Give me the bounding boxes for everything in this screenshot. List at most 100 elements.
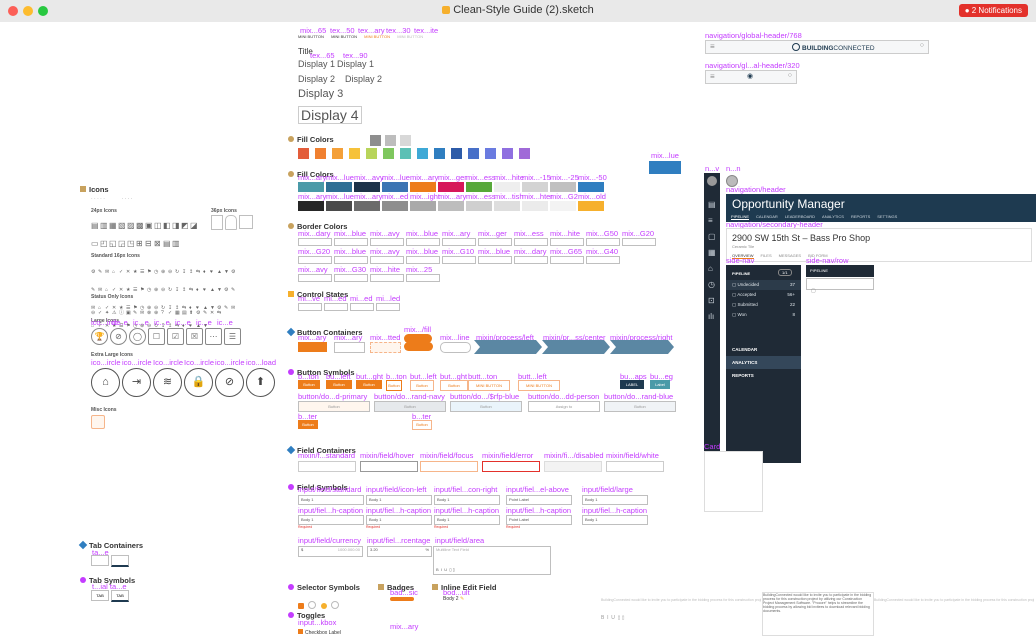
button-row2-item[interactable]: Button xyxy=(298,401,370,412)
fill-swatch[interactable] xyxy=(354,182,380,192)
button-symbol[interactable]: Button xyxy=(356,380,382,389)
badge-label[interactable]: bad...sic xyxy=(390,588,418,597)
control-swatch[interactable] xyxy=(298,303,322,311)
border-label[interactable]: mix...G50 xyxy=(586,229,618,238)
fill-label[interactable]: mix...ess xyxy=(466,173,496,182)
fill-swatch[interactable] xyxy=(434,148,445,159)
fill-swatch[interactable] xyxy=(466,201,492,211)
field-symbol-label[interactable]: input/field/large xyxy=(582,485,633,494)
control-swatch[interactable] xyxy=(376,303,400,311)
bc-label-3[interactable]: mix...tted xyxy=(370,333,400,342)
side-nav-label[interactable]: side-nav xyxy=(726,256,754,265)
fill-swatch[interactable] xyxy=(298,182,324,192)
xl-icon-label[interactable]: ico...ircle xyxy=(215,358,245,367)
radio-checked[interactable] xyxy=(320,603,327,609)
fill-swatch[interactable] xyxy=(550,201,576,211)
field-caption-symbol[interactable]: Body 1 xyxy=(434,515,500,525)
button-row2-label[interactable]: button/do...d-primary xyxy=(298,392,367,401)
control-label[interactable]: mi...ed xyxy=(350,294,373,303)
border-swatch[interactable] xyxy=(478,238,512,246)
currency-field[interactable]: $1000.000.00 xyxy=(298,546,363,557)
large-icon-label[interactable]: ic...e xyxy=(196,318,212,327)
fill-label[interactable]: mix...ess xyxy=(466,192,496,201)
pipeline-badge[interactable]: 1/1 xyxy=(778,269,792,276)
button-symbol[interactable]: Button xyxy=(326,380,352,389)
control-label[interactable]: mi...ve xyxy=(298,294,320,303)
process-arrows[interactable] xyxy=(474,340,674,354)
card-label[interactable]: Card xyxy=(704,442,720,451)
fill-label[interactable]: mix...hite xyxy=(494,173,524,182)
bc-label-5[interactable]: mix...line xyxy=(440,333,470,342)
xl-icon-label[interactable]: ico...ircle xyxy=(122,358,152,367)
field-container-label[interactable]: mixin/field/hover xyxy=(360,451,414,460)
fill-swatch[interactable] xyxy=(326,201,352,211)
tab-container-2[interactable] xyxy=(111,555,129,567)
xl-icon-label[interactable]: ico...ircle xyxy=(91,358,121,367)
fill-label[interactable]: mix...lue xyxy=(326,173,354,182)
border-label[interactable]: mix...G65 xyxy=(550,247,582,256)
border-label[interactable]: mix...avy xyxy=(370,229,400,238)
fill-label[interactable]: mix...-15 xyxy=(522,173,551,182)
small-header-label[interactable]: navigation/gl...al-header/320 xyxy=(705,61,800,70)
field-caption-label[interactable]: input/fiel...h-caption xyxy=(366,506,431,515)
fill-swatch[interactable] xyxy=(298,148,309,159)
clock-icon[interactable]: ◷ xyxy=(708,277,716,293)
border-label[interactable]: mix...G40 xyxy=(586,247,618,256)
border-label[interactable]: mix...G20 xyxy=(298,247,330,256)
side-menu-item[interactable]: CALENDAR xyxy=(726,343,801,356)
mini-button-2[interactable]: MINI BUTTON xyxy=(331,34,357,39)
border-swatch[interactable] xyxy=(550,256,584,264)
fill-swatch[interactable] xyxy=(315,148,326,159)
fill-swatch[interactable] xyxy=(400,148,411,159)
fill-swatch[interactable] xyxy=(519,148,530,159)
header-label[interactable]: navigation/header xyxy=(726,185,786,194)
bc-label-4[interactable]: mix.../fill xyxy=(404,325,431,334)
button-symbol[interactable]: Button xyxy=(410,380,434,391)
field-container-label[interactable]: mixin/field/error xyxy=(482,451,533,460)
notifications-badge[interactable]: ● 2 Notifications xyxy=(958,4,1028,17)
fill-swatch[interactable] xyxy=(383,148,394,159)
border-swatch[interactable] xyxy=(550,238,584,246)
clipboard-icon[interactable]: ▢ xyxy=(708,229,716,245)
large-icon-label[interactable]: ic...e xyxy=(217,318,233,327)
border-swatch[interactable] xyxy=(334,256,368,264)
large-icon-label[interactable]: ic...e xyxy=(175,318,191,327)
fill-label[interactable]: mix...old xyxy=(578,192,606,201)
fill-swatch[interactable] xyxy=(332,148,343,159)
button-symbol[interactable]: Button xyxy=(386,380,402,391)
pipeline-item[interactable]: ▢ Undecided 37 xyxy=(726,280,801,290)
fill-swatch[interactable] xyxy=(550,182,576,192)
button-row2-label[interactable]: button/do...rand-blue xyxy=(604,392,673,401)
fill-swatch-blue[interactable] xyxy=(649,161,681,174)
border-label[interactable]: mix...ess xyxy=(514,229,544,238)
fill-label[interactable]: mix...lue xyxy=(326,192,354,201)
border-swatch[interactable] xyxy=(406,256,440,264)
fill-swatch[interactable] xyxy=(494,182,520,192)
field-caption-label[interactable]: input/fiel...h-caption xyxy=(298,506,363,515)
control-swatch[interactable] xyxy=(324,303,348,311)
fill-swatch[interactable] xyxy=(468,148,479,159)
fill-label[interactable]: mix...ger xyxy=(438,173,467,182)
button-symbol[interactable]: Label xyxy=(650,380,670,389)
field-container[interactable] xyxy=(544,461,602,472)
document-icon[interactable]: ▤ xyxy=(708,197,716,213)
side-label-2[interactable]: n...n xyxy=(726,164,741,173)
border-swatch[interactable] xyxy=(406,238,440,246)
search-icon[interactable]: ○ xyxy=(920,42,924,49)
border-swatch[interactable] xyxy=(370,238,404,246)
fill-swatch[interactable] xyxy=(578,182,604,192)
pipeline-item[interactable]: ▢ Submitted 22 xyxy=(726,300,801,310)
field-symbol-label[interactable]: input/fiel...el-above xyxy=(506,485,569,494)
large-icon-label[interactable]: ic...e xyxy=(112,318,128,327)
side-label-1[interactable]: n...v xyxy=(705,164,719,173)
fill-label[interactable]: mix...hter xyxy=(522,192,553,201)
border-swatch[interactable] xyxy=(334,274,368,282)
side-nav-row-label[interactable]: side-nav/row xyxy=(806,256,849,265)
bc-dotted-button[interactable] xyxy=(370,342,401,353)
fill-swatch[interactable] xyxy=(382,201,408,211)
search-icon[interactable]: ○ xyxy=(788,72,792,79)
checkbox-label[interactable]: Checkbox Label xyxy=(298,629,341,636)
button-row2-label[interactable]: button/do...dd-person xyxy=(528,392,599,401)
fill-label[interactable]: mix...ary xyxy=(410,173,438,182)
opportunity-tab[interactable]: REPORTS xyxy=(851,214,870,219)
